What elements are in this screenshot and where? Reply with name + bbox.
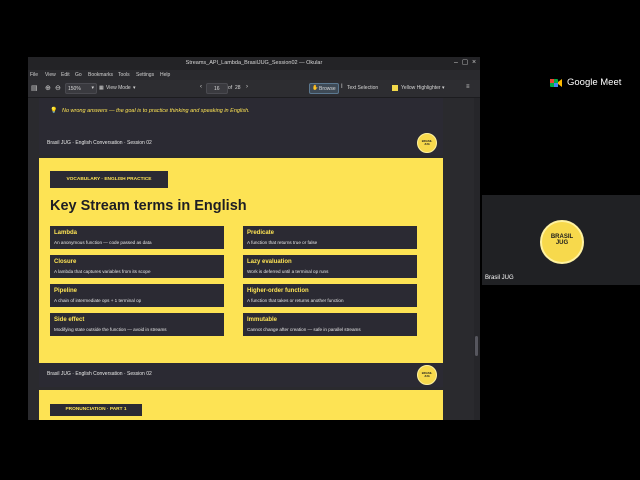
logo-line2: JUG — [424, 374, 430, 378]
zoom-select[interactable]: 150% ▾ — [65, 83, 97, 94]
term-desc: Work is deferred until a terminal op run… — [247, 269, 329, 274]
browse-label: Browse — [319, 86, 336, 92]
slide-next: PRONUNCIATION · PART 1 — [39, 390, 443, 420]
slide-previous: 💡 No wrong answers — the goal is to prac… — [39, 98, 443, 155]
logo-line2: JUG — [424, 142, 430, 146]
term-card: Predicate A function that returns true o… — [243, 226, 417, 249]
term-card: Lazy evaluation Work is deferred until a… — [243, 255, 417, 278]
hamburger-menu-icon[interactable]: ≡ — [466, 84, 470, 90]
slide-current: VOCABULARY · ENGLISH PRACTICE Key Stream… — [39, 158, 443, 363]
slide-footer-bar: Brasil JUG · English Conversation · Sess… — [39, 363, 443, 387]
highlighter-button[interactable]: Yellow Highlighter — [401, 85, 441, 91]
participant-tile[interactable]: BRASIL JUG Brasil JUG — [482, 195, 640, 285]
participant-avatar: BRASIL JUG — [540, 220, 584, 264]
term-title: Higher-order function — [247, 288, 309, 294]
term-desc: Modifying state outside the function — a… — [54, 327, 167, 332]
participant-logo-line2: JUG — [555, 240, 569, 246]
toolbar: ▤ ⊕ ⊖ 150% ▾ ▦ View Mode ▾ ‹ 16 of 28 › … — [28, 80, 480, 98]
close-icon[interactable]: × — [470, 59, 478, 67]
term-card: Pipeline A chain of intermediate ops + 1… — [50, 284, 224, 307]
slide-tag: VOCABULARY · ENGLISH PRACTICE — [50, 171, 168, 188]
browse-button[interactable]: ✋ Browse — [309, 83, 339, 94]
google-meet-logo — [549, 76, 563, 90]
brasil-jug-logo: BRASIL JUG — [417, 133, 437, 153]
menu-file[interactable]: File — [30, 72, 38, 78]
menu-edit[interactable]: Edit — [61, 72, 70, 78]
vertical-scrollbar[interactable] — [474, 98, 480, 420]
meet-brand: Google Meet — [567, 77, 622, 88]
zoom-out-icon[interactable]: ⊖ — [55, 84, 61, 92]
term-title: Lazy evaluation — [247, 259, 292, 265]
term-desc: Cannot change after creation — safe in p… — [247, 327, 361, 332]
title-bar: Streams_API_Lambda_BrasilJUG_Session02 —… — [28, 57, 480, 70]
menu-help[interactable]: Help — [160, 72, 170, 78]
brasil-jug-logo: BRASIL JUG — [417, 365, 437, 385]
slide-title: Key Stream terms in English — [50, 198, 247, 214]
menu-tools[interactable]: Tools — [118, 72, 130, 78]
term-card: Immutable Cannot change after creation —… — [243, 313, 417, 336]
view-mode-icon: ▦ — [99, 85, 104, 91]
document-view[interactable]: 💡 No wrong answers — the goal is to prac… — [28, 98, 480, 420]
highlighter-icon — [392, 85, 398, 91]
page-number-input[interactable]: 16 — [206, 83, 228, 94]
text-cursor-icon: I — [341, 84, 343, 90]
page-of-label: of — [228, 85, 233, 91]
menu-settings[interactable]: Settings — [136, 72, 154, 78]
view-mode-chevron-icon: ▾ — [133, 85, 136, 91]
slide-footer: Brasil JUG · English Conversation · Sess… — [47, 371, 152, 377]
zoom-value: 150% — [68, 86, 81, 92]
slide-note: No wrong answers — the goal is to practi… — [62, 108, 250, 114]
term-desc: A lambda that captures variables from it… — [54, 269, 151, 274]
maximize-icon[interactable]: ▢ — [461, 59, 469, 67]
term-title: Pipeline — [54, 288, 78, 294]
sidebar-toggle-icon[interactable]: ▤ — [31, 84, 38, 92]
next-page-icon[interactable]: › — [246, 84, 248, 90]
previous-page-icon[interactable]: ‹ — [200, 84, 202, 90]
term-card: Closure A lambda that captures variables… — [50, 255, 224, 278]
slide-footer: Brasil JUG · English Conversation · Sess… — [47, 140, 152, 146]
menu-view[interactable]: View — [45, 72, 56, 78]
view-mode-button[interactable]: View Mode — [106, 85, 131, 91]
term-card: Higher-order function A function that ta… — [243, 284, 417, 307]
browse-hand-icon: ✋ — [312, 85, 319, 91]
zoom-in-icon[interactable]: ⊕ — [45, 84, 51, 92]
term-desc: A function that returns true or false — [247, 240, 318, 245]
term-desc: A chain of intermediate ops + 1 terminal… — [54, 298, 142, 303]
window-title: Streams_API_Lambda_BrasilJUG_Session02 —… — [185, 60, 323, 66]
term-card: Side effect Modifying state outside the … — [50, 313, 224, 336]
lightbulb-icon: 💡 — [50, 108, 58, 114]
term-card: Lambda An anonymous function — code pass… — [50, 226, 224, 249]
slide-next-tag: PRONUNCIATION · PART 1 — [50, 404, 142, 416]
page-total: 28 — [235, 85, 241, 91]
menu-bookmarks[interactable]: Bookmarks — [88, 72, 113, 78]
term-desc: An anonymous function — code passed as d… — [54, 240, 152, 245]
highlighter-chevron-icon[interactable]: ▾ — [442, 85, 445, 91]
term-title: Predicate — [247, 230, 275, 236]
page-current: 16 — [214, 86, 220, 92]
term-title: Closure — [54, 259, 77, 265]
term-desc: A function that takes or returns another… — [247, 298, 344, 303]
menu-bar: File View Edit Go Bookmarks Tools Settin… — [28, 70, 480, 80]
participant-name: Brasil JUG — [485, 275, 514, 281]
term-title: Side effect — [54, 317, 85, 323]
term-title: Immutable — [247, 317, 278, 323]
text-selection-button[interactable]: Text Selection — [347, 85, 378, 91]
chevron-down-icon: ▾ — [91, 85, 94, 91]
term-title: Lambda — [54, 230, 78, 236]
meet-icon — [550, 79, 562, 87]
okular-window: Streams_API_Lambda_BrasilJUG_Session02 —… — [28, 57, 480, 420]
minimize-icon[interactable]: – — [452, 59, 460, 67]
scrollbar-thumb[interactable] — [475, 336, 478, 356]
menu-go[interactable]: Go — [75, 72, 82, 78]
